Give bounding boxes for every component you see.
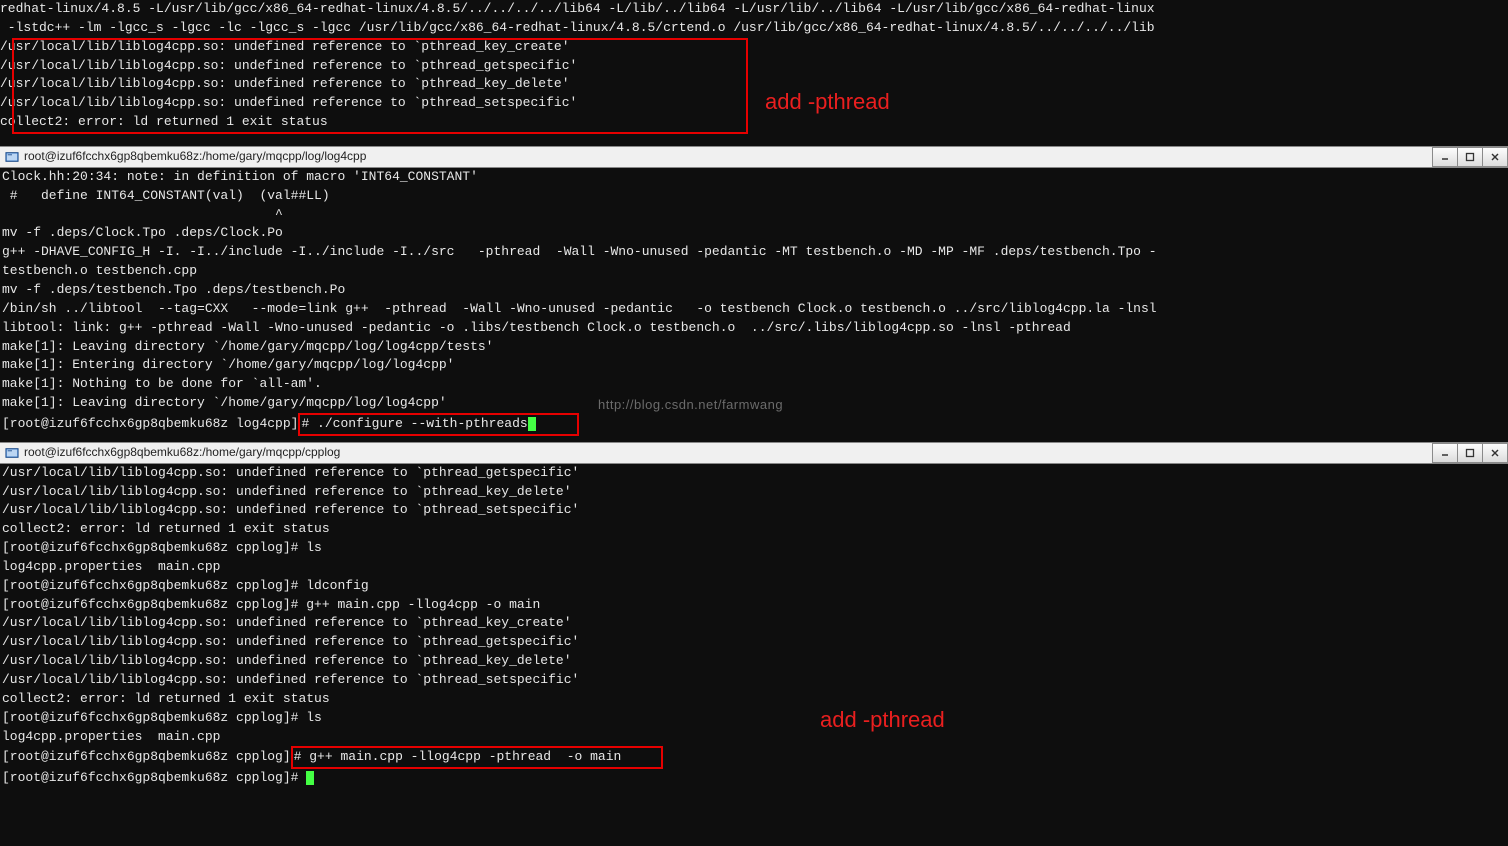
linker-error: /usr/local/lib/liblog4cpp.so: undefined … bbox=[0, 57, 1506, 76]
linker-error: /usr/local/lib/liblog4cpp.so: undefined … bbox=[0, 75, 1506, 94]
shell-prompt: [root@izuf6fcchx6gp8qbemku68z cpplog]# bbox=[2, 770, 306, 785]
build-output: mv -f .deps/testbench.Tpo .deps/testbenc… bbox=[2, 281, 1506, 300]
close-button[interactable] bbox=[1482, 147, 1508, 167]
shell-command: # ./configure --with-pthreads bbox=[301, 416, 527, 431]
window-titlebar-2[interactable]: root@izuf6fcchx6gp8qbemku68z:/home/gary/… bbox=[0, 442, 1508, 464]
shell-line: [root@izuf6fcchx6gp8qbemku68z cpplog]# l… bbox=[2, 709, 1506, 728]
cursor bbox=[528, 417, 536, 431]
annotation-add-pthread: add -pthread bbox=[820, 704, 945, 736]
ls-output: log4cpp.properties main.cpp bbox=[2, 558, 1506, 577]
linker-error: /usr/local/lib/liblog4cpp.so: undefined … bbox=[2, 464, 1506, 483]
annotation-add-pthread: add -pthread bbox=[765, 86, 890, 118]
linker-error: /usr/local/lib/liblog4cpp.so: undefined … bbox=[2, 501, 1506, 520]
putty-icon bbox=[4, 445, 20, 461]
linker-error: /usr/local/lib/liblog4cpp.so: undefined … bbox=[0, 38, 1506, 57]
shell-prompt-line[interactable]: [root@izuf6fcchx6gp8qbemku68z cpplog]# bbox=[2, 769, 1506, 788]
linker-error: collect2: error: ld returned 1 exit stat… bbox=[0, 113, 1506, 132]
linker-error: /usr/local/lib/liblog4cpp.so: undefined … bbox=[2, 652, 1506, 671]
minimize-button[interactable] bbox=[1432, 147, 1458, 167]
build-output: g++ -DHAVE_CONFIG_H -I. -I../include -I.… bbox=[2, 243, 1506, 262]
shell-line: [root@izuf6fcchx6gp8qbemku68z cpplog]# g… bbox=[2, 596, 1506, 615]
window-title: root@izuf6fcchx6gp8qbemku68z:/home/gary/… bbox=[24, 444, 340, 461]
macro-def: # define INT64_CONSTANT(val) (val##LL) bbox=[2, 187, 1506, 206]
watermark: http://blog.csdn.net/farmwang bbox=[598, 396, 783, 415]
terminal-body-1[interactable]: Clock.hh:20:34: note: in definition of m… bbox=[0, 168, 1508, 436]
shell-prompt-line[interactable]: [root@izuf6fcchx6gp8qbemku68z cpplog]# g… bbox=[2, 746, 1506, 769]
caret-indicator: ^ bbox=[2, 206, 1506, 225]
top-terminal-fragment: redhat-linux/4.8.5 -L/usr/lib/gcc/x86_64… bbox=[0, 0, 1508, 146]
shell-prompt-line[interactable]: [root@izuf6fcchx6gp8qbemku68z log4cpp]# … bbox=[2, 413, 1506, 436]
truncated-line bbox=[0, 132, 1506, 146]
build-output: libtool: link: g++ -pthread -Wall -Wno-u… bbox=[2, 319, 1506, 338]
maximize-button[interactable] bbox=[1457, 443, 1483, 463]
putty-icon bbox=[4, 149, 20, 165]
linker-error: collect2: error: ld returned 1 exit stat… bbox=[2, 690, 1506, 709]
terminal-body-2[interactable]: /usr/local/lib/liblog4cpp.so: undefined … bbox=[0, 464, 1508, 788]
minimize-button[interactable] bbox=[1432, 443, 1458, 463]
linker-error: /usr/local/lib/liblog4cpp.so: undefined … bbox=[2, 483, 1506, 502]
window-title: root@izuf6fcchx6gp8qbemku68z:/home/gary/… bbox=[24, 148, 366, 165]
compiler-note: Clock.hh:20:34: note: in definition of m… bbox=[2, 168, 1506, 187]
shell-line: [root@izuf6fcchx6gp8qbemku68z cpplog]# l… bbox=[2, 577, 1506, 596]
linker-error: collect2: error: ld returned 1 exit stat… bbox=[2, 520, 1506, 539]
build-output: testbench.o testbench.cpp bbox=[2, 262, 1506, 281]
compile-line: redhat-linux/4.8.5 -L/usr/lib/gcc/x86_64… bbox=[0, 0, 1506, 19]
linker-error: /usr/local/lib/liblog4cpp.so: undefined … bbox=[2, 614, 1506, 633]
build-output: make[1]: Leaving directory `/home/gary/m… bbox=[2, 338, 1506, 357]
linker-error: /usr/local/lib/liblog4cpp.so: undefined … bbox=[2, 633, 1506, 652]
close-button[interactable] bbox=[1482, 443, 1508, 463]
shell-command: # g++ main.cpp -llog4cpp -pthread -o mai… bbox=[294, 749, 622, 764]
command-highlight-box: # ./configure --with-pthreads bbox=[298, 413, 578, 436]
maximize-button[interactable] bbox=[1457, 147, 1483, 167]
build-output: /bin/sh ../libtool --tag=CXX --mode=link… bbox=[2, 300, 1506, 319]
cursor bbox=[306, 771, 314, 785]
window-titlebar-1[interactable]: root@izuf6fcchx6gp8qbemku68z:/home/gary/… bbox=[0, 146, 1508, 168]
command-highlight-box: # g++ main.cpp -llog4cpp -pthread -o mai… bbox=[291, 746, 664, 769]
ls-output: log4cpp.properties main.cpp bbox=[2, 728, 1506, 747]
linker-error: /usr/local/lib/liblog4cpp.so: undefined … bbox=[0, 94, 1506, 113]
shell-prompt: [root@izuf6fcchx6gp8qbemku68z cpplog] bbox=[2, 749, 291, 764]
shell-prompt: [root@izuf6fcchx6gp8qbemku68z log4cpp] bbox=[2, 416, 298, 431]
compile-line: -lstdc++ -lm -lgcc_s -lgcc -lc -lgcc_s -… bbox=[0, 19, 1506, 38]
build-output: make[1]: Entering directory `/home/gary/… bbox=[2, 356, 1506, 375]
shell-line: [root@izuf6fcchx6gp8qbemku68z cpplog]# l… bbox=[2, 539, 1506, 558]
linker-error: /usr/local/lib/liblog4cpp.so: undefined … bbox=[2, 671, 1506, 690]
build-output: mv -f .deps/Clock.Tpo .deps/Clock.Po bbox=[2, 224, 1506, 243]
build-output: make[1]: Nothing to be done for `all-am'… bbox=[2, 375, 1506, 394]
